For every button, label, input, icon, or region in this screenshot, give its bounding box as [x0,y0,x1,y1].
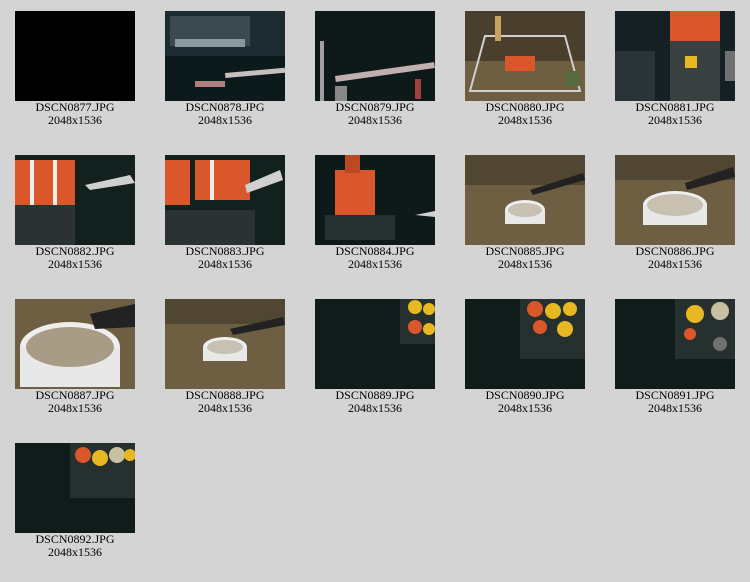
sample-container-photo[interactable] [165,299,285,389]
orange-lander-photo[interactable] [315,155,435,245]
thumbnail-item[interactable]: DSCN0878.JPG 2048x1536 [150,0,300,144]
robotic-arm-photo[interactable] [315,11,435,101]
sample-container-photo[interactable] [465,155,585,245]
image-dimensions: 2048x1536 [48,545,102,559]
float-rack-photo[interactable] [15,443,135,533]
float-rack-photo[interactable] [465,299,585,389]
image-dimensions: 2048x1536 [498,113,552,127]
image-dimensions: 2048x1536 [198,257,252,271]
image-dimensions: 2048x1536 [48,401,102,415]
thumbnail-item[interactable]: DSCN0892.JPG 2048x1536 [0,432,150,576]
thumbnail-item[interactable]: DSCN0890.JPG 2048x1536 [450,288,600,432]
image-dimensions: 2048x1536 [498,257,552,271]
orange-lander-photo[interactable] [15,155,135,245]
lander-frame-photo[interactable] [465,11,585,101]
thumbnail-item[interactable]: DSCN0881.JPG 2048x1536 [600,0,750,144]
image-dimensions: 2048x1536 [648,113,702,127]
dark-underwater-photo[interactable] [15,11,135,101]
float-rack-photo[interactable] [315,299,435,389]
thumbnail-item[interactable]: DSCN0887.JPG 2048x1536 [0,288,150,432]
thumbnail-item[interactable]: DSCN0882.JPG 2048x1536 [0,144,150,288]
image-dimensions: 2048x1536 [648,401,702,415]
thumbnail-item[interactable]: DSCN0883.JPG 2048x1536 [150,144,300,288]
image-dimensions: 2048x1536 [198,113,252,127]
robotic-arm-photo[interactable] [165,11,285,101]
thumbnail-item[interactable]: DSCN0886.JPG 2048x1536 [600,144,750,288]
thumbnail-item[interactable]: DSCN0885.JPG 2048x1536 [450,144,600,288]
sample-container-photo[interactable] [615,155,735,245]
image-dimensions: 2048x1536 [198,401,252,415]
thumbnail-item[interactable]: DSCN0880.JPG 2048x1536 [450,0,600,144]
image-dimensions: 2048x1536 [48,257,102,271]
image-dimensions: 2048x1536 [648,257,702,271]
thumbnail-item[interactable]: DSCN0888.JPG 2048x1536 [150,288,300,432]
image-dimensions: 2048x1536 [498,401,552,415]
thumbnail-item[interactable]: DSCN0877.JPG 2048x1536 [0,0,150,144]
image-dimensions: 2048x1536 [48,113,102,127]
orange-lander-photo[interactable] [165,155,285,245]
thumbnail-item[interactable]: DSCN0879.JPG 2048x1536 [300,0,450,144]
orange-lander-photo[interactable] [615,11,735,101]
image-dimensions: 2048x1536 [348,113,402,127]
thumbnail-item[interactable]: DSCN0889.JPG 2048x1536 [300,288,450,432]
thumbnail-gallery: DSCN0877.JPG 2048x1536 DSCN0878.JPG 2048x15… [0,0,750,582]
image-dimensions: 2048x1536 [348,257,402,271]
thumbnail-item[interactable]: DSCN0884.JPG 2048x1536 [300,144,450,288]
sample-container-photo[interactable] [15,299,135,389]
thumbnail-item[interactable]: DSCN0891.JPG 2048x1536 [600,288,750,432]
float-rack-photo[interactable] [615,299,735,389]
image-dimensions: 2048x1536 [348,401,402,415]
